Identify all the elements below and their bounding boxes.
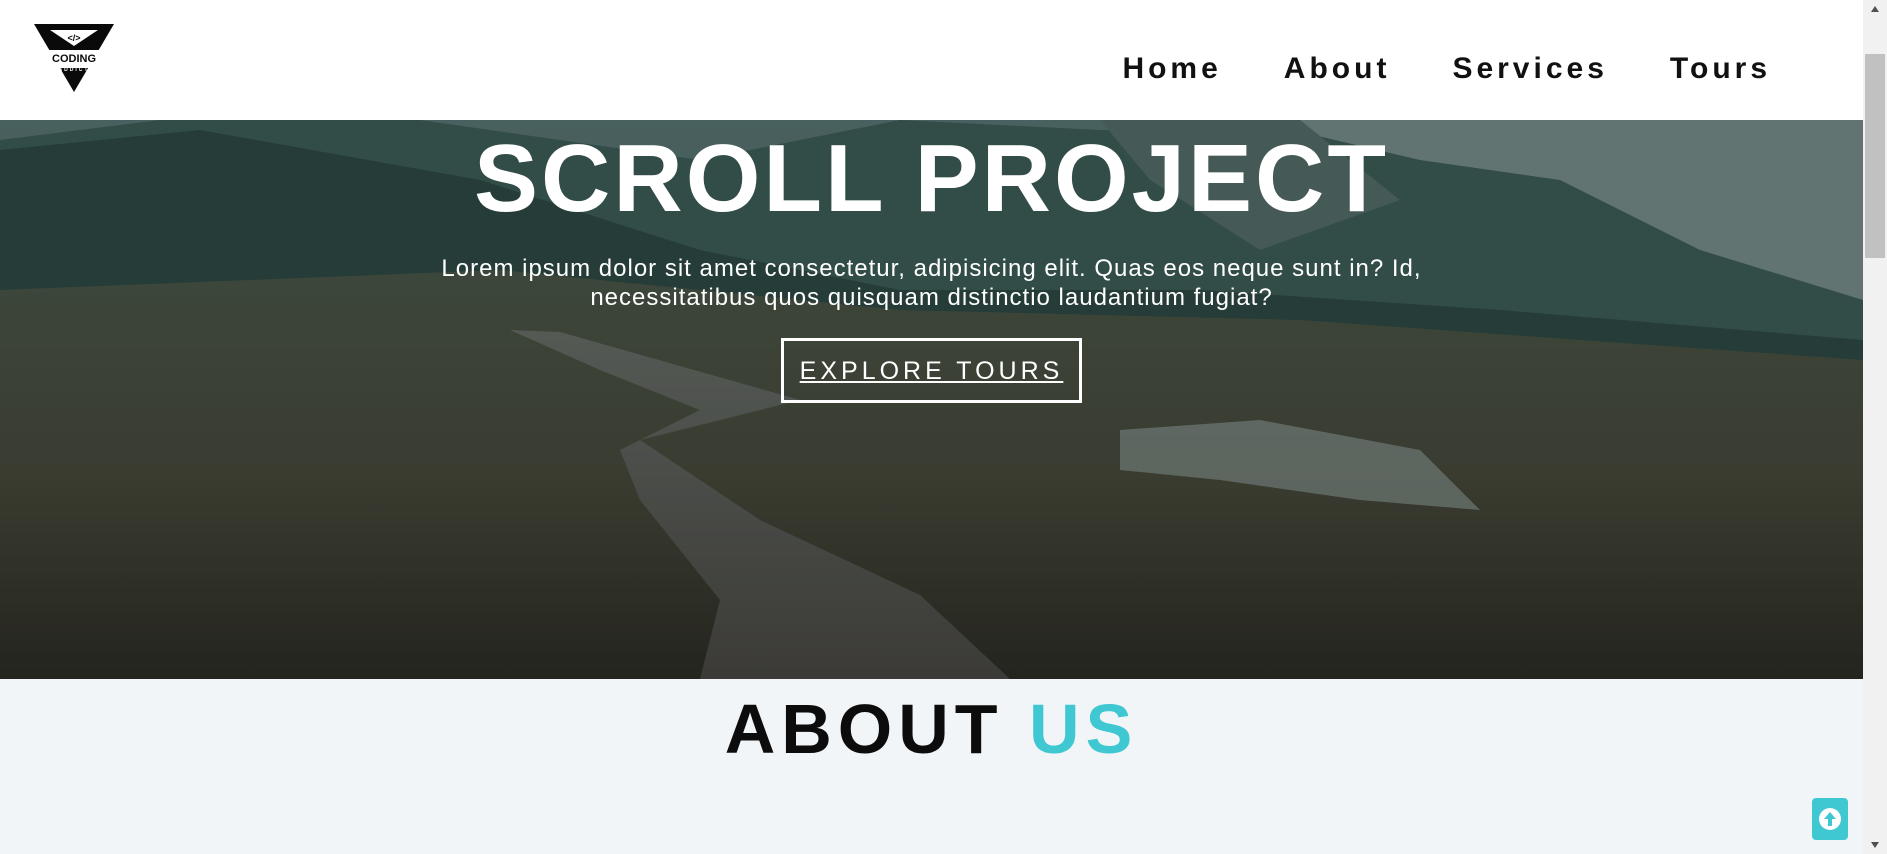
hero-title: SCROLL PROJECT: [474, 125, 1389, 232]
nav-item-home: Home: [1122, 52, 1221, 86]
navbar: </> CODING ADDICT Home About Services To…: [0, 0, 1863, 120]
about-section: ABOUT US: [0, 679, 1863, 854]
vertical-scrollbar[interactable]: [1863, 0, 1887, 854]
about-title-accent: US: [1029, 690, 1139, 768]
svg-text:</>: </>: [67, 33, 80, 43]
svg-text:CODING: CODING: [52, 53, 96, 65]
hero: SCROLL PROJECT Lorem ipsum dolor sit ame…: [0, 120, 1863, 679]
about-title: ABOUT US: [0, 689, 1863, 769]
about-title-main: ABOUT: [724, 690, 1004, 768]
arrow-up-icon: [1819, 808, 1841, 830]
scroll-top-button[interactable]: [1812, 798, 1848, 840]
scroll-up-arrow-icon[interactable]: [1863, 0, 1887, 18]
nav-item-services: Services: [1452, 52, 1607, 86]
nav-link-tours[interactable]: Tours: [1670, 52, 1771, 86]
logo[interactable]: </> CODING ADDICT: [34, 24, 114, 94]
nav-link-about[interactable]: About: [1284, 52, 1391, 86]
nav-item-tours: Tours: [1670, 52, 1771, 86]
page: </> CODING ADDICT Home About Services To…: [0, 0, 1863, 854]
hero-text: Lorem ipsum dolor sit amet consectetur, …: [441, 255, 1422, 311]
hero-content: SCROLL PROJECT Lorem ipsum dolor sit ame…: [0, 120, 1863, 403]
explore-tours-button[interactable]: EXPLORE TOURS: [780, 338, 1083, 403]
nav-link-home[interactable]: Home: [1122, 52, 1221, 86]
svg-text:ADDICT: ADDICT: [59, 67, 90, 73]
scrollbar-thumb[interactable]: [1865, 54, 1885, 258]
nav-link-services[interactable]: Services: [1452, 52, 1607, 86]
nav-item-about: About: [1284, 52, 1391, 86]
scroll-down-arrow-icon[interactable]: [1863, 836, 1887, 854]
logo-icon: </> CODING ADDICT: [34, 24, 114, 92]
nav-links: Home About Services Tours: [1122, 52, 1771, 86]
